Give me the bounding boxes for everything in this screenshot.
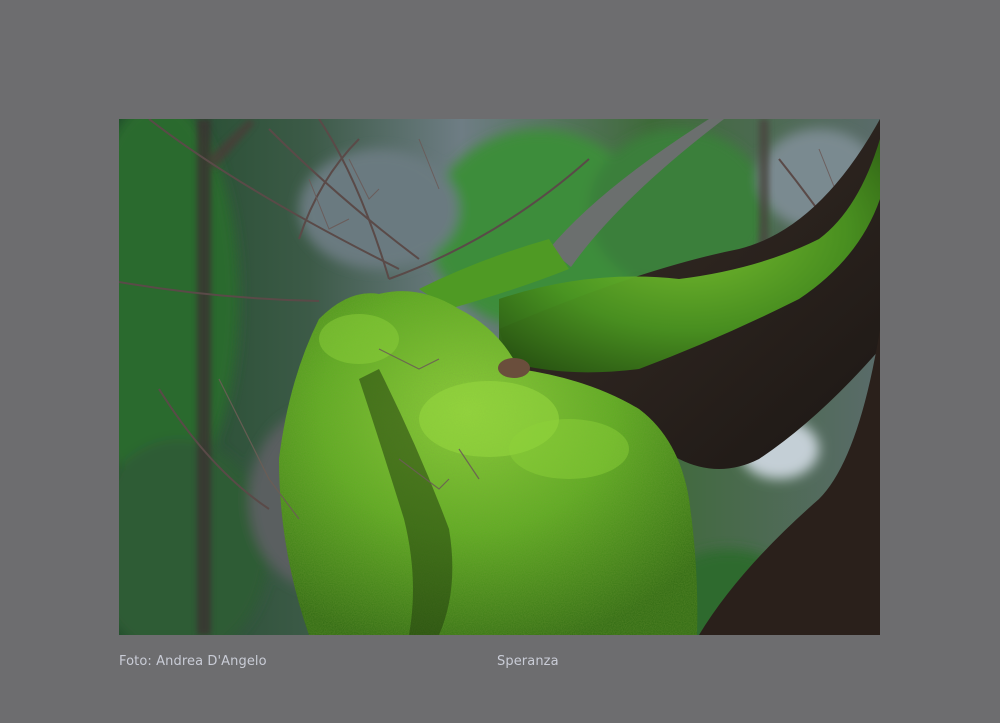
photo-title: Speranza: [497, 654, 559, 669]
photo-credit: Foto: Andrea D'Angelo: [119, 654, 267, 669]
photograph: [119, 119, 880, 635]
moss-tree-image: [119, 119, 880, 635]
small-nut: [498, 358, 530, 378]
